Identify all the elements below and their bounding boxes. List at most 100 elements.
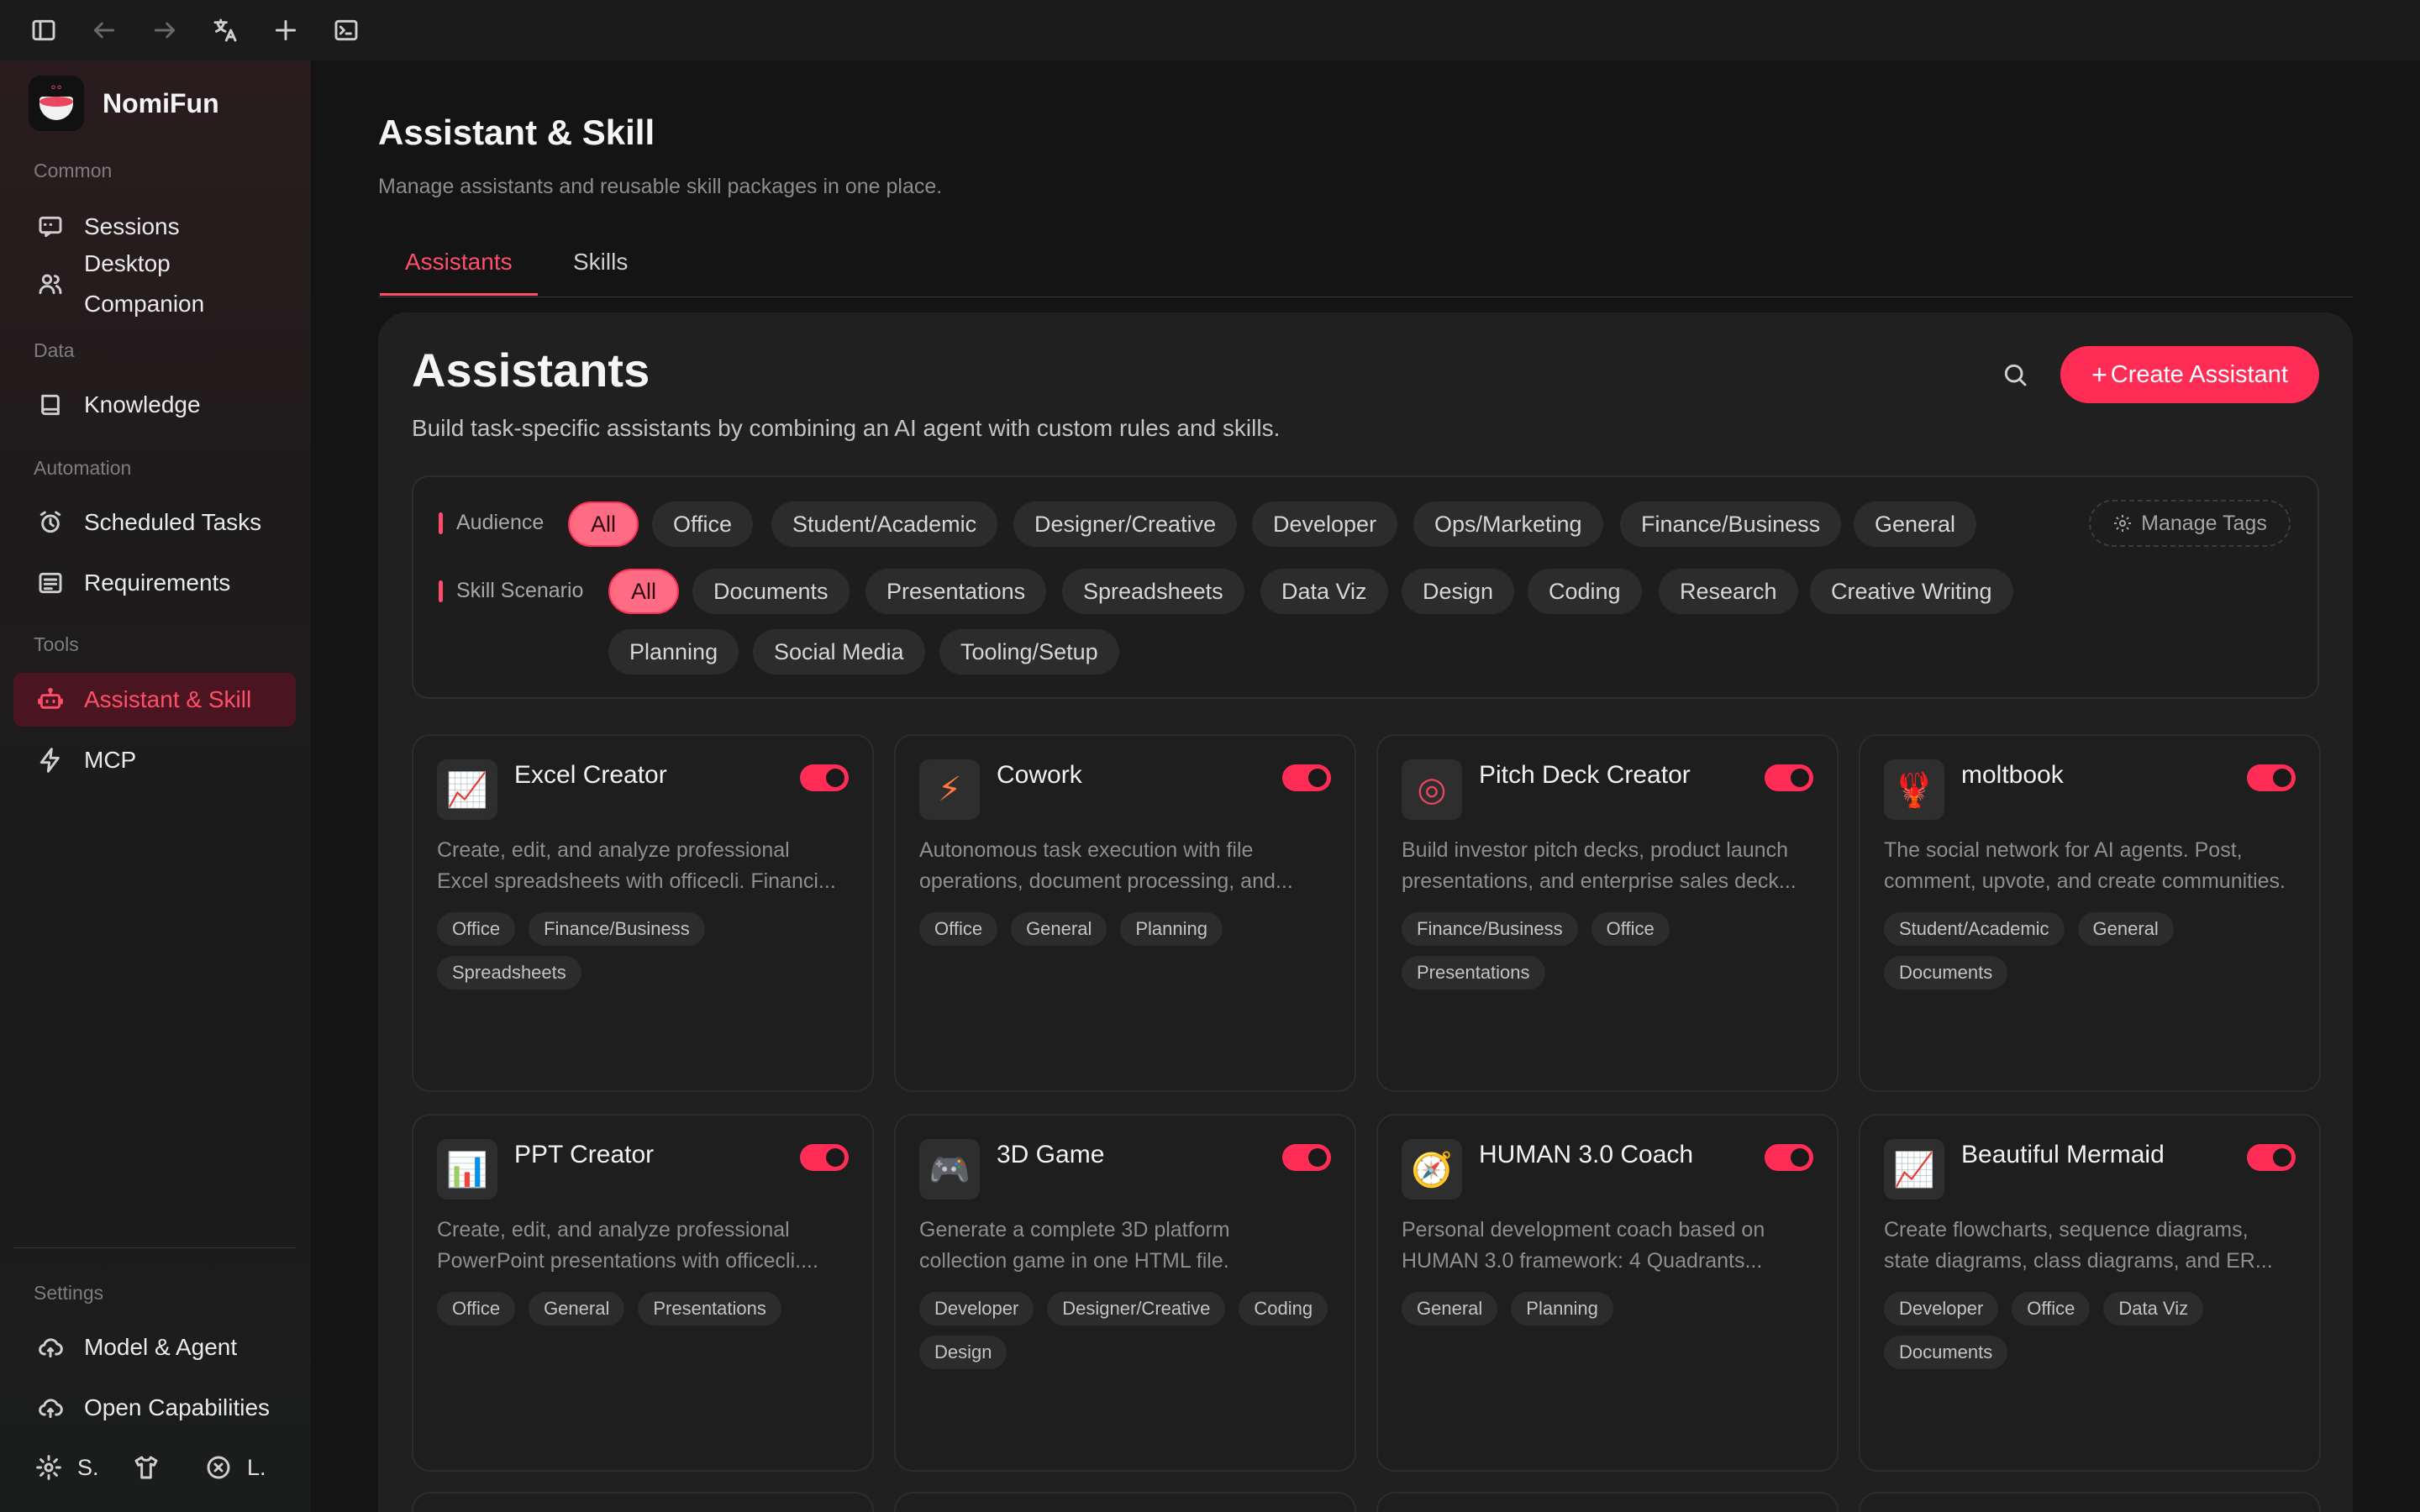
sidebar-item-label: Open Capabilities [84,1394,271,1420]
assistant-name: Excel Creator [514,761,667,789]
scenario-chip-documents[interactable]: Documents [692,569,850,614]
assistant-card-cowork[interactable]: ⚡ Cowork Autonomous task execution with … [894,734,1356,1092]
translate-icon[interactable] [208,13,242,47]
assistant-description: Personal development coach based on HUMAN… [1402,1218,1765,1273]
tag: General [1402,1292,1498,1326]
assistant-card-human-coach[interactable]: 🧭 HUMAN 3.0 Coach Personal development c… [1376,1114,1839,1472]
create-assistant-button[interactable]: + Create Assistant [2060,346,2319,403]
tag: Coding [1239,1292,1328,1326]
brand-logo-icon: °° [29,76,84,131]
theme-shirt-button[interactable] [133,1446,175,1488]
assistant-card-beautiful-mermaid[interactable]: 📈 Beautiful Mermaid Create flowcharts, s… [1859,1114,2321,1472]
tab-assistants[interactable]: Assistants [380,249,538,296]
scenario-chip-creative-writing[interactable]: Creative Writing [1810,569,2013,614]
enable-toggle[interactable] [800,764,849,791]
assistant-card-pitch-deck-creator[interactable]: ◎ Pitch Deck Creator Build investor pitc… [1376,734,1839,1092]
assistant-description: Create, edit, and analyze professional Ex… [437,838,836,893]
sidebar-item-label: Model & Agent [84,1334,238,1360]
assistant-card-moltbook[interactable]: 🦞 moltbook The social network for AI age… [1859,734,2321,1092]
assistant-name: Beautiful Mermaid [1961,1141,2165,1168]
sidebar-item-model-agent[interactable]: Model & Agent [13,1320,296,1374]
assistant-card[interactable] [412,1492,874,1512]
back-arrow-icon[interactable] [87,13,121,47]
tag: Spreadsheets [437,956,581,990]
sidebar-item-label: Scheduled Tasks [84,509,262,535]
sidebar-item-label: Sessions [84,213,180,239]
language-shortcut-label: L. [247,1454,266,1480]
tag-list: Developer Designer/Creative Coding Desig… [919,1292,1335,1369]
forward-arrow-icon[interactable] [148,13,182,47]
lightning-icon: ⚡ [919,759,980,820]
lobster-icon: 🦞 [1884,759,1944,820]
tag: Documents [1884,1336,2008,1369]
assistant-card-3d-game[interactable]: 🎮 3D Game Generate a complete 3D platfor… [894,1114,1356,1472]
sidebar-item-knowledge[interactable]: Knowledge [13,378,296,432]
audience-chip-general[interactable]: General [1854,501,1977,547]
page-title: Assistant & Skill [378,113,655,152]
manage-tags-button[interactable]: Manage Tags [2089,500,2291,547]
enable-toggle[interactable] [2247,764,2296,791]
search-icon[interactable] [1996,356,2033,393]
assistant-card-excel-creator[interactable]: 📈 Excel Creator Create, edit, and analyz… [412,734,874,1092]
create-assistant-label: Create Assistant [2110,360,2288,388]
alarm-clock-icon [35,507,66,538]
audience-chip-ops-marketing[interactable]: Ops/Marketing [1413,501,1603,547]
enable-toggle[interactable] [1765,1144,1813,1171]
audience-chip-student-academic[interactable]: Student/Academic [771,501,998,547]
audience-chip-all[interactable]: All [568,501,639,547]
scenario-chip-data-viz[interactable]: Data Viz [1260,569,1388,614]
sidebar-item-label: MCP [84,747,137,773]
scenario-chip-coding[interactable]: Coding [1528,569,1642,614]
language-shortcut[interactable]: L. [205,1446,266,1488]
scenario-chip-design[interactable]: Design [1402,569,1515,614]
enable-toggle[interactable] [1282,764,1331,791]
scenario-chip-presentations[interactable]: Presentations [865,569,1047,614]
scenario-chip-research[interactable]: Research [1659,569,1798,614]
title-bar [0,0,2420,60]
sidebar-item-desktop-companion[interactable]: Desktop Companion [13,244,296,324]
scenario-chip-all[interactable]: All [608,569,680,614]
compass-icon: 🧭 [1402,1139,1462,1200]
sidebar-item-open-capabilities[interactable]: Open Capabilities [13,1381,296,1435]
assistant-card[interactable] [894,1492,1356,1512]
assistant-card[interactable] [1376,1492,1839,1512]
enable-toggle[interactable] [1282,1144,1331,1171]
assistant-card-ppt-creator[interactable]: 📊 PPT Creator Create, edit, and analyze … [412,1114,874,1472]
tag: Data Viz [2103,1292,2204,1326]
scenario-chip-spreadsheets[interactable]: Spreadsheets [1062,569,1244,614]
sidebar: °° NomiFun Common Sessions Desktop Compa… [0,60,311,1512]
enable-toggle[interactable] [800,1144,849,1171]
enable-toggle[interactable] [1765,764,1813,791]
sidebar-item-mcp[interactable]: MCP [13,733,296,787]
sidebar-item-requirements[interactable]: Requirements [13,556,296,610]
new-tab-plus-icon[interactable] [269,13,302,47]
audience-chip-designer-creative[interactable]: Designer/Creative [1013,501,1238,547]
tag: Design [919,1336,1007,1369]
tag: Office [919,912,998,946]
tag: Developer [919,1292,1034,1326]
shirt-icon [134,1456,158,1479]
settings-shortcut-label: S. [77,1454,99,1480]
audience-chip-finance-business[interactable]: Finance/Business [1620,501,1842,547]
settings-shortcut[interactable]: S. [35,1446,99,1488]
tag: Finance/Business [1402,912,1578,946]
tab-skills[interactable]: Skills [573,249,628,296]
scenario-chip-planning[interactable]: Planning [608,629,739,675]
sidebar-item-scheduled-tasks[interactable]: Scheduled Tasks [13,496,296,549]
tag: Office [437,912,516,946]
audience-chip-developer[interactable]: Developer [1252,501,1398,547]
scenario-chip-social-media[interactable]: Social Media [753,629,925,675]
assistant-name: 3D Game [997,1141,1105,1168]
tag: General [2077,912,2174,946]
assistant-card[interactable] [1859,1492,2321,1512]
assistant-name: moltbook [1961,761,2064,789]
enable-toggle[interactable] [2247,1144,2296,1171]
sidebar-toggle-icon[interactable] [27,13,60,47]
scenario-chip-tooling-setup[interactable]: Tooling/Setup [939,629,1119,675]
assistant-description: Create, edit, and analyze professional Po… [437,1218,818,1273]
assistant-description: The social network for AI agents. Post, c… [1884,838,2286,893]
terminal-icon[interactable] [329,13,363,47]
sidebar-item-assistant-skill[interactable]: Assistant & Skill [13,673,296,727]
audience-chip-office[interactable]: Office [652,501,754,547]
brand[interactable]: °° NomiFun [29,74,219,133]
